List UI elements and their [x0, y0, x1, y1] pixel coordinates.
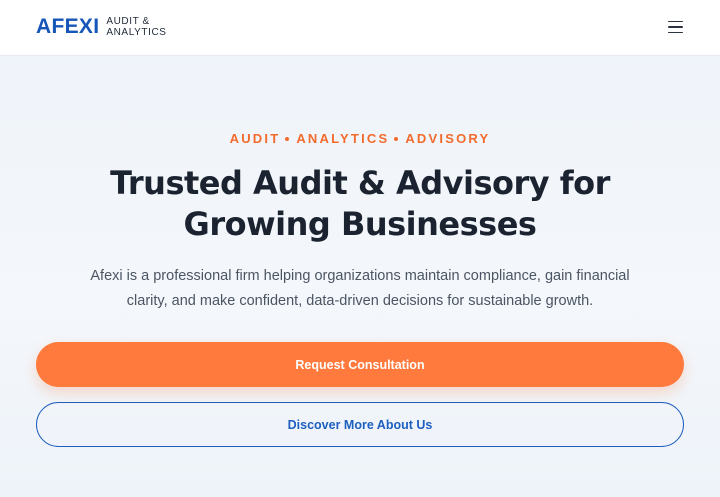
logo-tagline: AUDIT & ANALYTICS: [106, 16, 166, 39]
hero-eyebrow: AUDIT ANALYTICS ADVISORY: [0, 131, 720, 146]
description-line: Afexi is a professional firm helping org…: [90, 268, 630, 284]
bullet-dot-icon: [394, 136, 399, 141]
description-line: clarity, and make confident, data-driven…: [126, 293, 594, 309]
eyebrow-item: ANALYTICS: [296, 131, 390, 146]
hamburger-menu-icon[interactable]: [664, 16, 686, 38]
bullet-dot-icon: [285, 136, 290, 141]
discover-more-button[interactable]: Discover More About Us: [36, 402, 684, 447]
headline-line: Growing Businesses: [183, 205, 537, 243]
eyebrow-item: AUDIT: [229, 131, 281, 146]
logo-wordmark: AFEXI: [36, 15, 100, 38]
site-header: AFEXI AUDIT & ANALYTICS: [0, 0, 720, 56]
logo-tagline-line2: ANALYTICS: [106, 27, 167, 38]
logo-tagline-line1: AUDIT &: [106, 15, 150, 27]
headline-line: Trusted Audit & Advisory for: [110, 164, 610, 202]
eyebrow-item: ADVISORY: [405, 131, 491, 146]
brand-logo[interactable]: AFEXI AUDIT & ANALYTICS: [36, 14, 167, 40]
hero-description: Afexi is a professional firm helping org…: [60, 264, 660, 314]
hero-headline: Trusted Audit & Advisory for Growing Bus…: [60, 163, 660, 245]
request-consultation-button[interactable]: Request Consultation: [36, 342, 684, 387]
